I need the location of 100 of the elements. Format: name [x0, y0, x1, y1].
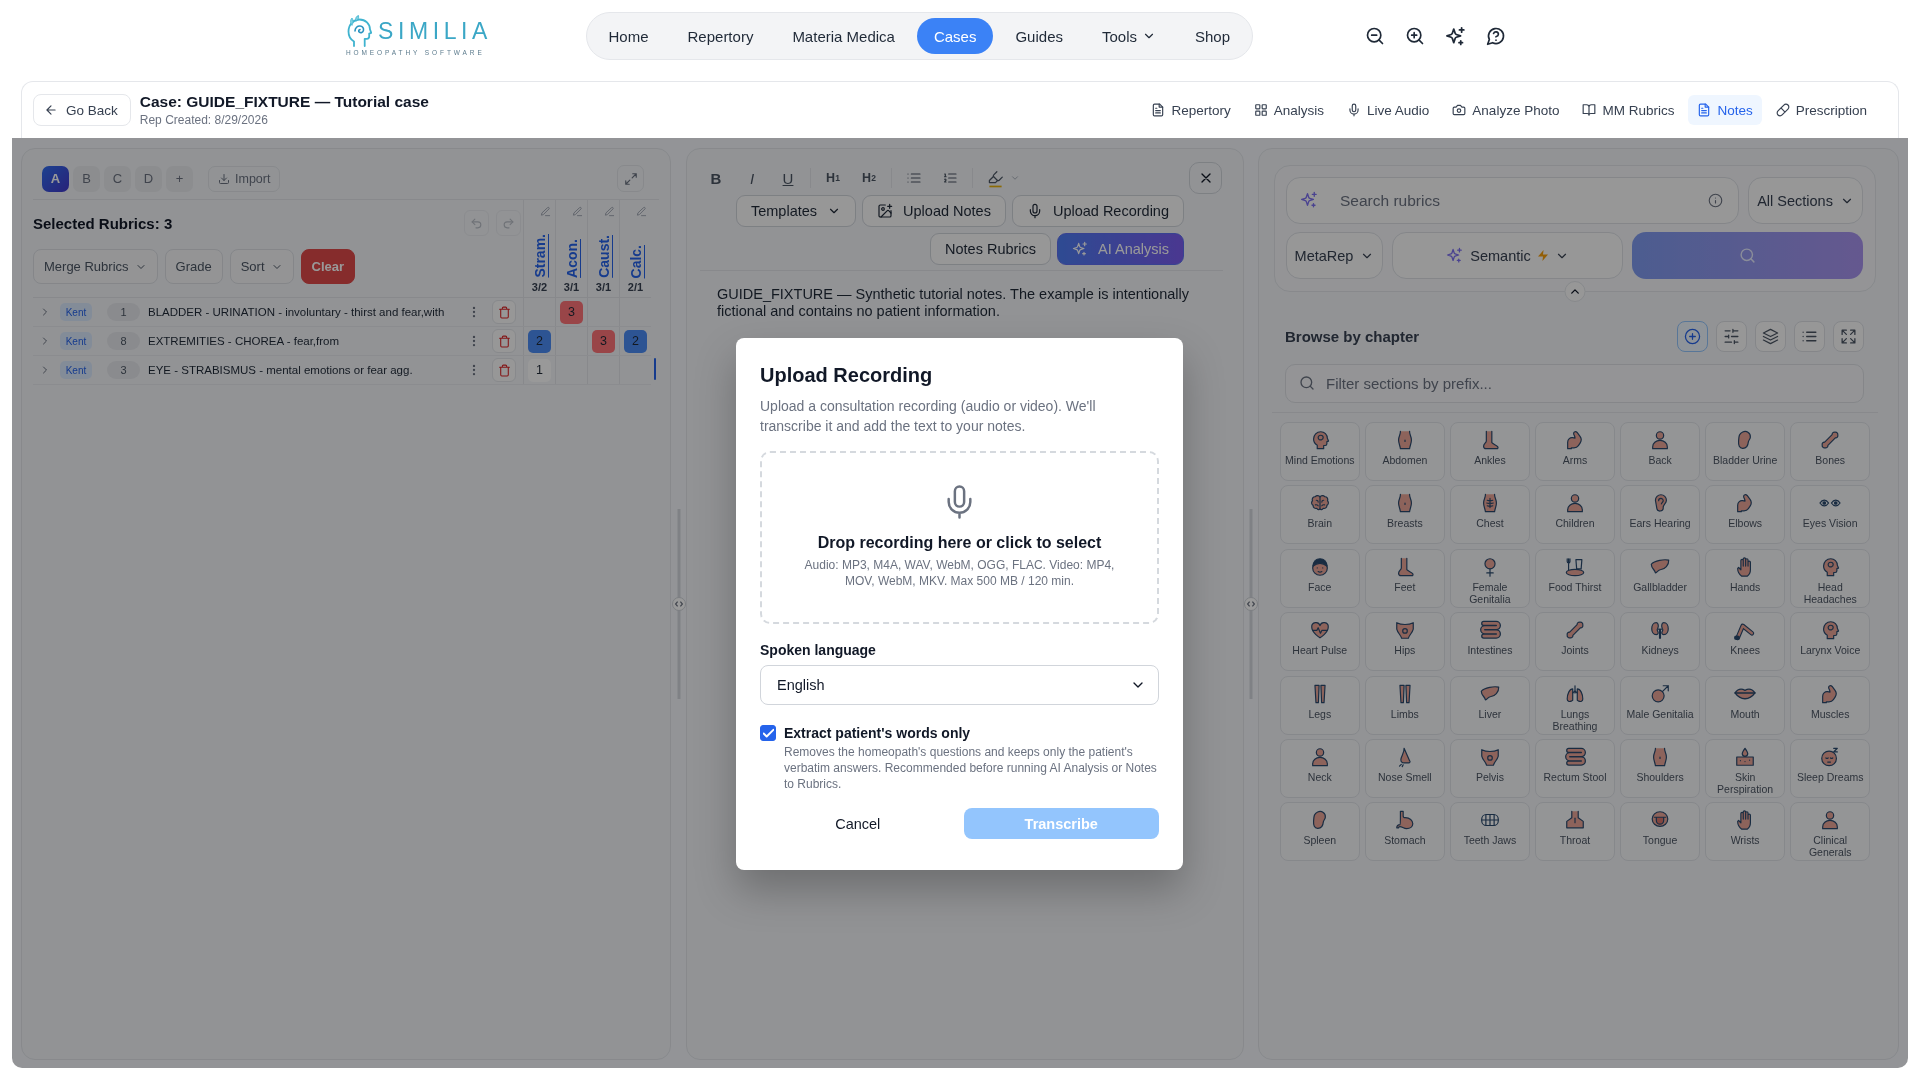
delete-button[interactable]	[492, 300, 516, 324]
nav-link[interactable]: Shop	[1178, 18, 1247, 54]
chapter-tile[interactable]: Gallbladder	[1620, 548, 1700, 608]
delete-button[interactable]	[492, 358, 516, 382]
chapter-tile[interactable]: Larynx Voice	[1790, 612, 1870, 672]
nav-link[interactable]: Cases	[917, 18, 993, 54]
underline-button[interactable]: U	[774, 164, 802, 192]
chapter-tile[interactable]: Abdomen	[1365, 422, 1445, 481]
chapter-tile[interactable]: Heart Pulse	[1280, 612, 1360, 672]
collapse-button[interactable]	[1564, 281, 1586, 302]
zoom-in-icon[interactable]	[1404, 26, 1425, 46]
chapter-tile[interactable]: Neck	[1280, 738, 1360, 798]
chapter-tile[interactable]: Kidneys	[1620, 612, 1700, 672]
highlighter-icon[interactable]	[987, 168, 1004, 188]
close-button[interactable]	[1189, 162, 1222, 194]
view-tab[interactable]: Analyze Photo	[1443, 95, 1569, 125]
sheet-tab[interactable]: C	[104, 165, 131, 192]
remedy-link[interactable]: Calc.	[627, 244, 644, 278]
nav-link[interactable]: Materia Medica	[775, 18, 912, 54]
nav-link[interactable]: Repertory	[671, 18, 770, 54]
sheet-tab[interactable]: D	[135, 165, 162, 192]
view-tab[interactable]: MM Rubrics	[1573, 95, 1684, 125]
action-button[interactable]: Notes Rubrics	[930, 233, 1052, 265]
nav-link[interactable]: Home	[592, 18, 665, 54]
chapter-tile[interactable]: Food Thirst	[1535, 548, 1615, 608]
view-option-button[interactable]	[1833, 321, 1864, 352]
chapter-tile[interactable]: Elbows	[1705, 485, 1785, 545]
chapter-tile[interactable]: Tongue	[1620, 802, 1700, 862]
chapter-tile[interactable]: Head Headaches	[1790, 548, 1870, 608]
chapter-tile[interactable]: Brain	[1280, 485, 1360, 545]
sparkles-icon[interactable]	[1444, 25, 1466, 47]
chapter-tile[interactable]: Lungs Breathing	[1535, 675, 1615, 735]
chapter-tile[interactable]: Male Genitalia	[1620, 675, 1700, 735]
chapter-tile[interactable]: Ankles	[1450, 422, 1530, 481]
filter-field[interactable]: Filter sections by prefix...	[1285, 364, 1864, 403]
chapter-tile[interactable]: Face	[1280, 548, 1360, 608]
checkbox[interactable]	[760, 725, 776, 741]
scrollbar-thumb[interactable]	[654, 358, 656, 380]
cancel-button[interactable]: Cancel	[760, 808, 956, 839]
chapter-tile[interactable]: Ears Hearing	[1620, 485, 1700, 545]
chapter-tile[interactable]: Bladder Urine	[1705, 422, 1785, 481]
zoom-out-icon[interactable]	[1364, 26, 1385, 46]
view-option-button[interactable]	[1716, 321, 1747, 352]
help-icon[interactable]	[1485, 26, 1506, 46]
pencil-icon[interactable]	[604, 206, 615, 217]
dropdown-button[interactable]: Merge Rubrics	[33, 249, 158, 284]
chapter-tile[interactable]: Arms	[1535, 422, 1615, 481]
pencil-icon[interactable]	[540, 206, 551, 217]
view-tab[interactable]: Repertory	[1142, 95, 1240, 125]
delete-button[interactable]	[492, 329, 516, 353]
remedy-grade[interactable]: 2	[528, 329, 551, 353]
chapter-tile[interactable]: Legs	[1280, 675, 1360, 735]
dropdown-button[interactable]: Sort	[229, 249, 294, 284]
dropdown-button[interactable]: Templates	[735, 195, 857, 227]
view-tab[interactable]: Analysis	[1244, 95, 1334, 125]
resize-handle[interactable]	[1244, 509, 1258, 699]
nav-link[interactable]: Guides	[998, 18, 1080, 54]
chapter-tile[interactable]: Bones	[1790, 422, 1870, 481]
nav-menu-button[interactable]: Tools	[1085, 18, 1173, 54]
search-field[interactable]: Search rubrics	[1286, 177, 1739, 224]
chapter-tile[interactable]: Clinical Generals	[1790, 802, 1870, 862]
bold-button[interactable]: B	[702, 164, 730, 192]
chapter-tile[interactable]: Hands	[1705, 548, 1785, 608]
remedy-link[interactable]: Caust.	[595, 235, 612, 278]
chapter-tile[interactable]: Liver	[1450, 675, 1530, 735]
language-select[interactable]: English	[760, 665, 1159, 705]
view-tab[interactable]: Notes	[1688, 95, 1762, 125]
chapter-tile[interactable]: Sleep Dreams	[1790, 738, 1870, 798]
sheet-tab[interactable]: B	[73, 165, 100, 192]
chapter-tile[interactable]: Intestines	[1450, 612, 1530, 672]
chapter-tile[interactable]: Joints	[1535, 612, 1615, 672]
pencil-icon[interactable]	[572, 206, 583, 217]
chapter-tile[interactable]: Eyes Vision	[1790, 485, 1870, 545]
ai-action-button[interactable]: AI Analysis	[1057, 233, 1184, 265]
chapter-tile[interactable]: Wrists	[1705, 802, 1785, 862]
search-mode-dropdown[interactable]: Semantic	[1392, 232, 1623, 279]
sheet-tab[interactable]: A	[42, 165, 69, 192]
import-button[interactable]: Import	[208, 165, 281, 192]
view-option-button[interactable]	[1794, 321, 1825, 352]
chapter-tile[interactable]: Nose Smell	[1365, 738, 1445, 798]
remedy-link[interactable]: Acon.	[563, 239, 580, 278]
action-button[interactable]: Grade	[164, 249, 223, 284]
chapter-tile[interactable]: Hips	[1365, 612, 1445, 672]
chapter-tile[interactable]: Spleen	[1280, 802, 1360, 862]
remedy-grade[interactable]: 2	[624, 329, 647, 353]
danger-button[interactable]: Clear	[300, 249, 356, 284]
audio-upload-button[interactable]: Upload Recording	[1011, 195, 1184, 227]
remedy-grade[interactable]: 3	[560, 300, 583, 324]
chapter-tile[interactable]: Breasts	[1365, 485, 1445, 545]
source-dropdown[interactable]: MetaRep	[1286, 232, 1383, 279]
resize-handle[interactable]	[671, 509, 686, 699]
view-option-button[interactable]	[1755, 321, 1786, 352]
chapter-tile[interactable]: Mouth	[1705, 675, 1785, 735]
chapter-tile[interactable]: Teeth Jaws	[1450, 802, 1530, 862]
scope-dropdown[interactable]: All Sections	[1748, 177, 1863, 224]
italic-button[interactable]: I	[738, 164, 766, 192]
chapter-tile[interactable]: Limbs	[1365, 675, 1445, 735]
back-button[interactable]: Go Back	[33, 94, 131, 126]
chapter-tile[interactable]: Feet	[1365, 548, 1445, 608]
info-icon[interactable]	[1708, 193, 1723, 208]
